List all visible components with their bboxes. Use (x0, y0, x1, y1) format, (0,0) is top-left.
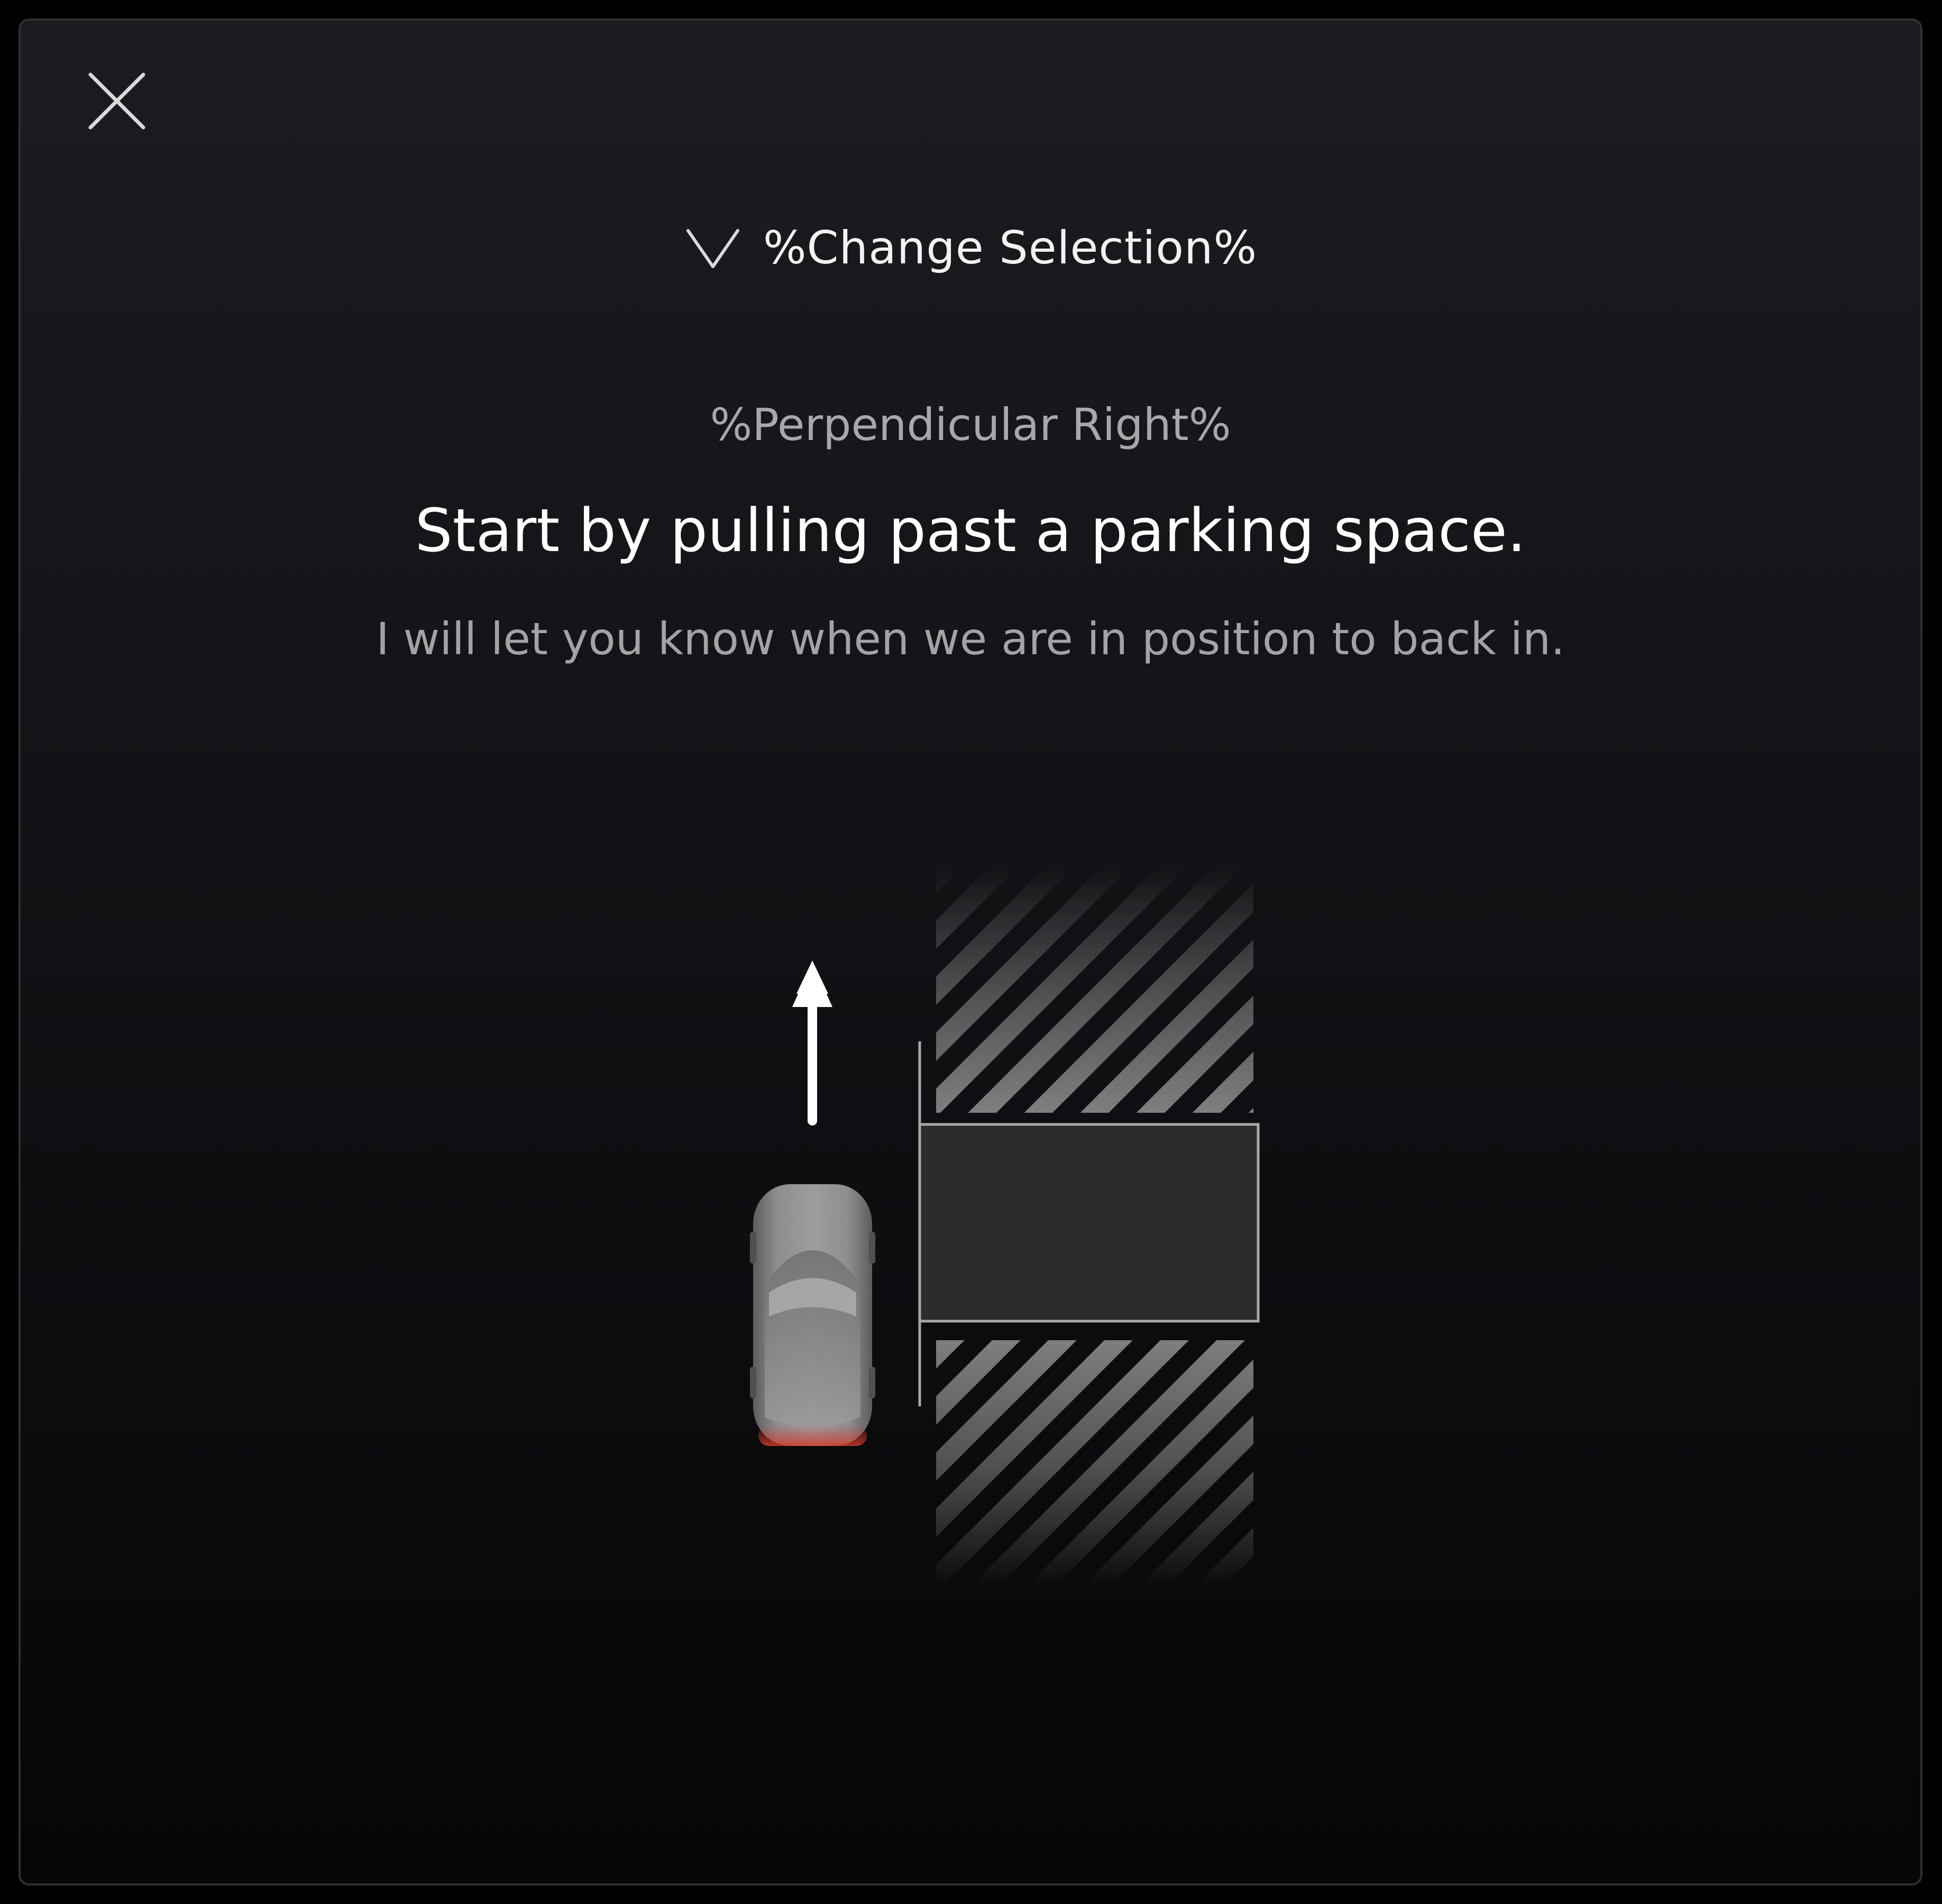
parking-instruction: Start by pulling past a parking space. (415, 497, 1526, 565)
change-selection-button[interactable]: %Change Selection% (21, 211, 1920, 285)
car-top-view-icon (750, 1184, 875, 1446)
parking-mode-label: %Perpendicular Right% (710, 399, 1231, 451)
occupied-space-bottom (936, 1340, 1253, 1589)
close-button[interactable] (68, 52, 158, 142)
chevron-down-icon (684, 224, 742, 272)
close-icon (88, 72, 145, 130)
occupied-space-top (936, 864, 1253, 1113)
arrow-up-icon (792, 960, 832, 1125)
change-selection-label: %Change Selection% (763, 222, 1258, 274)
parking-sub-instruction: I will let you know when we are in posit… (376, 613, 1565, 665)
parking-illustration (695, 822, 1277, 1615)
parking-assist-panel: %Change Selection% %Perpendicular Right%… (19, 19, 1922, 1885)
